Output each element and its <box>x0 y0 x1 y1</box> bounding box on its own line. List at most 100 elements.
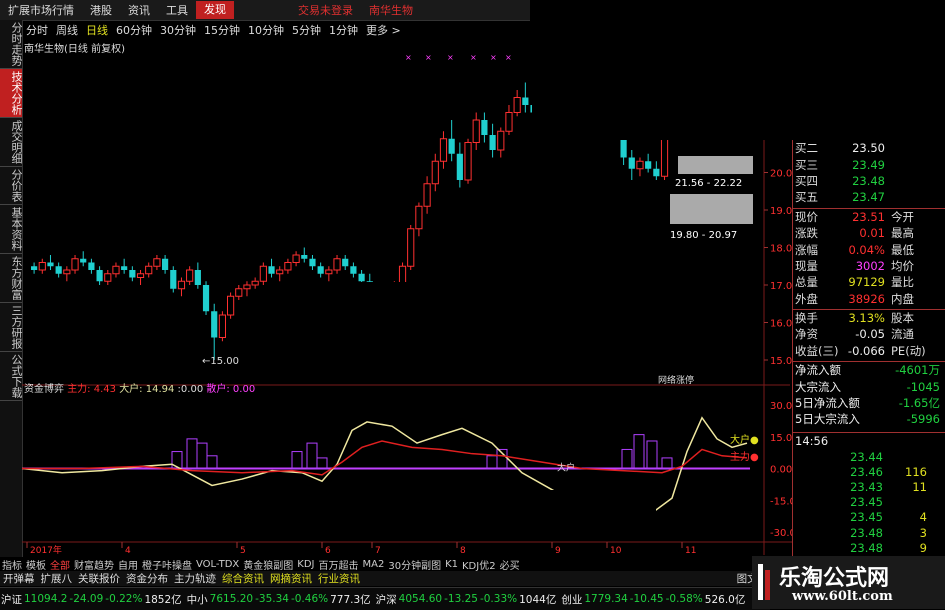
candle-body[interactable] <box>358 273 365 282</box>
candle-body[interactable] <box>47 262 54 267</box>
candle-body[interactable] <box>333 258 341 271</box>
index-name[interactable]: 中小 <box>186 592 209 607</box>
candle-body[interactable] <box>448 138 455 154</box>
trade-login-status[interactable]: 交易未登录 <box>290 2 361 18</box>
info-tab-4[interactable]: 主力轨迹 <box>171 571 219 586</box>
indicator-tab-3[interactable]: 财富趋势 <box>72 557 116 572</box>
candle-body[interactable] <box>325 269 333 275</box>
menu-item-market[interactable]: 扩展市场行情 <box>0 2 82 18</box>
info-tab-2[interactable]: 关联报价 <box>75 571 123 586</box>
indicator-tab-6[interactable]: VOL-TDX <box>194 559 241 570</box>
candle-body[interactable] <box>489 135 496 150</box>
menu-item-news[interactable]: 资讯 <box>120 2 158 18</box>
candle-body[interactable] <box>497 130 505 151</box>
candle-body[interactable] <box>431 160 439 185</box>
period-tab-2[interactable]: 日线 <box>82 22 112 38</box>
candle-body[interactable] <box>505 112 513 132</box>
indicator-tab-4[interactable]: 自用 <box>116 557 140 572</box>
period-tab-1[interactable]: 周线 <box>52 22 82 38</box>
candle-body[interactable] <box>472 119 480 143</box>
left-tab-0[interactable]: 分时走势 <box>0 20 23 69</box>
candle-body[interactable] <box>292 254 300 263</box>
candle-body[interactable] <box>464 142 472 181</box>
candle-body[interactable] <box>415 205 423 230</box>
indicator-tab-12[interactable]: K1 <box>443 559 460 570</box>
candle-body[interactable] <box>481 120 488 135</box>
index-name[interactable]: 沪证 <box>0 592 23 607</box>
candle-body[interactable] <box>211 311 218 338</box>
candle-body[interactable] <box>423 183 431 207</box>
info-tab-5[interactable]: 综合资讯 <box>219 571 267 586</box>
candle-body[interactable] <box>243 284 251 290</box>
candle-body[interactable] <box>653 168 660 177</box>
indicator-tab-14[interactable]: 必买 <box>498 557 522 572</box>
period-tab-8[interactable]: 1分钟 <box>325 22 362 38</box>
candle-body[interactable] <box>55 266 62 274</box>
info-tab-0[interactable]: 开弹幕 <box>0 571 38 586</box>
candle-body[interactable] <box>628 157 635 169</box>
candle-body[interactable] <box>309 258 316 267</box>
indicator-tab-11[interactable]: 30分钟副图 <box>386 557 443 572</box>
candle-body[interactable] <box>251 280 259 286</box>
indicator-tab-0[interactable]: 指标 <box>0 557 24 572</box>
candle-body[interactable] <box>301 255 308 259</box>
candle-body[interactable] <box>636 160 644 170</box>
candle-body[interactable] <box>342 258 349 267</box>
candle-body[interactable] <box>170 270 177 289</box>
left-tab-3[interactable]: 分价表 <box>0 167 23 205</box>
candle-body[interactable] <box>96 270 103 282</box>
candle-body[interactable] <box>162 258 169 270</box>
candle-body[interactable] <box>80 258 87 263</box>
candle-body[interactable] <box>104 273 112 282</box>
indicator-tab-10[interactable]: MA2 <box>361 559 387 570</box>
candle-body[interactable] <box>645 161 652 169</box>
menu-item-tools[interactable]: 工具 <box>158 2 196 18</box>
period-tab-5[interactable]: 15分钟 <box>200 22 244 38</box>
index-name[interactable]: 创业 <box>560 592 583 607</box>
candle-body[interactable] <box>276 269 284 275</box>
candle-body[interactable] <box>522 97 529 106</box>
stock-name-tab[interactable]: 南华生物 <box>361 2 421 18</box>
candle-body[interactable] <box>259 265 267 282</box>
period-tab-0[interactable]: 分时 <box>22 22 52 38</box>
candle-body[interactable] <box>145 265 153 275</box>
candle-body[interactable] <box>121 266 128 270</box>
indicator-tab-1[interactable]: 模板 <box>24 557 48 572</box>
candle-body[interactable] <box>186 269 194 282</box>
info-tab-7[interactable]: 行业资讯 <box>315 571 363 586</box>
left-tab-5[interactable]: 东方财富 <box>0 254 23 303</box>
left-tab-6[interactable]: 三方研报 <box>0 303 23 352</box>
candle-body[interactable] <box>38 262 46 271</box>
left-tab-4[interactable]: 基本资料 <box>0 205 23 254</box>
indicator-tab-13[interactable]: KDJ优2 <box>460 557 498 572</box>
candle-body[interactable] <box>218 314 226 338</box>
candle-body[interactable] <box>227 295 235 316</box>
menu-item-discover[interactable]: 发现 <box>196 1 234 19</box>
candle-body[interactable] <box>63 269 71 275</box>
candle-body[interactable] <box>317 266 324 274</box>
candle-body[interactable] <box>194 270 201 285</box>
candle-body[interactable] <box>136 273 145 278</box>
candle-body[interactable] <box>268 266 275 274</box>
candle-body[interactable] <box>456 153 463 180</box>
info-tab-1[interactable]: 扩展八 <box>38 571 76 586</box>
indicator-tab-2[interactable]: 全部 <box>48 557 72 572</box>
candle-body[interactable] <box>439 138 448 162</box>
info-tab-6[interactable]: 网摘资讯 <box>267 571 315 586</box>
menu-item-hk[interactable]: 港股 <box>82 2 120 18</box>
candle-body[interactable] <box>129 270 136 278</box>
period-tab-7[interactable]: 5分钟 <box>288 22 325 38</box>
indicator-tab-7[interactable]: 黄金狼副图 <box>241 557 295 572</box>
candle-body[interactable] <box>284 262 292 271</box>
indicator-tab-8[interactable]: KDJ <box>295 559 316 570</box>
info-tab-3[interactable]: 资金分布 <box>123 571 171 586</box>
period-tab-4[interactable]: 30分钟 <box>156 22 200 38</box>
candle-body[interactable] <box>235 288 243 297</box>
left-tab-2[interactable]: 成交明细 <box>0 118 23 167</box>
candle-body[interactable] <box>88 262 95 271</box>
candle-body[interactable] <box>112 265 120 275</box>
candle-body[interactable] <box>177 280 186 290</box>
indicator-tab-5[interactable]: 橙子咔操盘 <box>140 557 194 572</box>
candle-body[interactable] <box>31 266 38 270</box>
candle-body[interactable] <box>407 228 415 267</box>
